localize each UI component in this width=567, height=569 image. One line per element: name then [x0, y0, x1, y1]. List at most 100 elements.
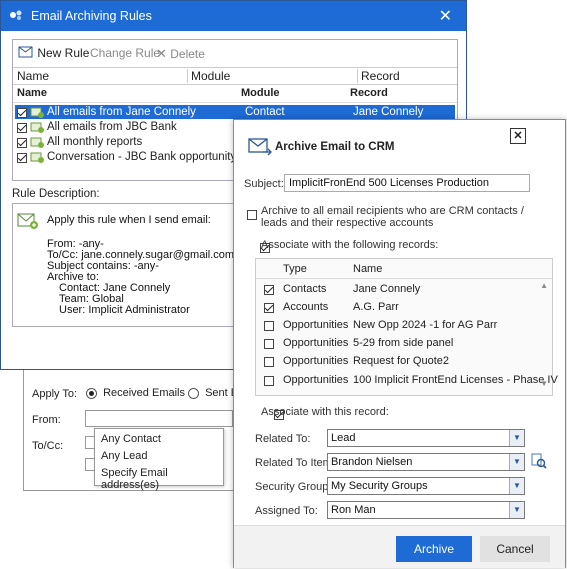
scroll-down-icon[interactable]: ▼: [540, 379, 548, 388]
record-checkbox[interactable]: [264, 376, 274, 387]
new-rule-label: New Rule: [37, 46, 90, 60]
subject-input[interactable]: ImplicitFronEnd 500 Licenses Production: [284, 174, 530, 192]
new-rule-button[interactable]: New Rule: [18, 46, 89, 60]
related-item-select[interactable]: Brandon Nielsen ▼: [327, 453, 525, 471]
cancel-button[interactable]: Cancel: [480, 536, 550, 562]
rule-module: Contact: [245, 106, 285, 118]
rule-icon: [30, 107, 44, 118]
record-checkbox[interactable]: [264, 285, 274, 296]
inner-column-header: Name Module Record: [13, 86, 457, 103]
assigned-to-label: Assigned To:: [255, 505, 318, 517]
rule-checkbox[interactable]: [17, 152, 27, 163]
rule-row[interactable]: All emails from Jane Connely Contact Jan…: [15, 105, 455, 119]
received-emails-radio[interactable]: Received Emails: [86, 387, 185, 399]
security-group-label: Security Group:: [255, 481, 332, 493]
new-rule-icon: [18, 46, 33, 58]
record-checkbox[interactable]: [264, 321, 274, 332]
records-col-type: Type: [283, 263, 307, 275]
record-checkbox[interactable]: [264, 357, 274, 368]
received-radio-dot[interactable]: [86, 387, 97, 399]
archive-email-icon: [248, 138, 272, 156]
sent-emails-radio[interactable]: Sent E: [188, 387, 238, 399]
rule-checkbox[interactable]: [17, 122, 27, 133]
rule-icon: [30, 137, 44, 148]
archive-all-label: Archive to all email recipients who are …: [261, 205, 524, 229]
record-type: Accounts: [283, 301, 329, 313]
record-checkbox[interactable]: [264, 339, 274, 350]
records-list: Type Name Contacts Jane Connely Accounts…: [255, 258, 558, 396]
record-name: Jane Connely: [353, 283, 421, 295]
from-option[interactable]: Any Lead: [101, 450, 147, 462]
rule-description-label: Rule Description:: [12, 188, 100, 200]
delete-label: Delete: [170, 47, 205, 61]
outer-column-header: Name Module Record: [13, 67, 457, 85]
delete-icon: ✕: [156, 46, 167, 61]
associate-following-label: Associate with the following records:: [261, 239, 439, 251]
send-email-rule-icon: [17, 213, 38, 229]
col-name[interactable]: Name: [17, 69, 49, 83]
chevron-down-icon: ▼: [509, 502, 524, 518]
from-input[interactable]: [85, 410, 233, 427]
record-type: Opportunities: [283, 355, 349, 367]
apply-to-label: Apply To:: [32, 388, 78, 400]
chevron-down-icon: ▼: [509, 454, 524, 470]
record-name: 5-29 from side panel: [353, 337, 454, 349]
rule-checkbox[interactable]: [17, 137, 27, 148]
record-row[interactable]: Opportunities Request for Quote2: [256, 354, 546, 370]
records-col-name: Name: [353, 263, 383, 275]
window-title: Email Archiving Rules: [31, 9, 152, 23]
change-rule-button[interactable]: Change Rule: [90, 46, 160, 60]
archive-button[interactable]: Archive: [396, 536, 472, 562]
record-name: New Opp 2024 -1 for AG Parr: [353, 319, 498, 331]
delete-button[interactable]: ✕ Delete: [156, 46, 205, 62]
record-row[interactable]: Opportunities New Opp 2024 -1 for AG Par…: [256, 318, 546, 334]
record-type: Contacts: [283, 283, 327, 295]
related-item-label: Related To Item:: [255, 457, 335, 469]
security-group-value: My Security Groups: [331, 480, 428, 492]
lookup-search-icon[interactable]: [531, 453, 547, 469]
security-group-select[interactable]: My Security Groups ▼: [327, 477, 525, 495]
rule-name: Conversation - JBC Bank opportunity: [47, 151, 237, 163]
rule-record: Jane Connely: [353, 106, 424, 118]
from-dropdown-list: Any Contact Any Lead Specify Email addre…: [94, 428, 224, 491]
related-to-select[interactable]: Lead ▼: [327, 429, 525, 447]
record-type: Opportunities: [283, 337, 349, 349]
col-module-inner[interactable]: Module: [241, 87, 280, 99]
col-module[interactable]: Module: [187, 69, 230, 83]
rule-name: All emails from Jane Connely: [47, 106, 196, 118]
title-bar: Email Archiving Rules ✕: [1, 1, 466, 31]
from-option[interactable]: Any Contact: [101, 433, 161, 445]
received-emails-label: Received Emails: [103, 387, 185, 399]
record-row[interactable]: Accounts A.G. Parr: [256, 300, 546, 316]
tocc-label: To/Cc:: [32, 440, 64, 452]
record-name: 100 Implicit FrontEnd Licenses - Phase I…: [353, 374, 558, 386]
assigned-to-select[interactable]: Ron Man ▼: [327, 501, 525, 519]
rule-icon: [30, 122, 44, 133]
close-icon[interactable]: ✕: [439, 6, 452, 26]
archive-email-dialog: Archive Email to CRM ✕ Subject: Implicit…: [233, 119, 566, 568]
from-label: From:: [32, 414, 61, 426]
record-row[interactable]: Opportunities 100 Implicit FrontEnd Lice…: [256, 373, 558, 389]
rule-name: All emails from JBC Bank: [47, 121, 177, 133]
related-to-value: Lead: [331, 432, 356, 444]
col-record[interactable]: Record: [357, 69, 400, 83]
desc-user: User: Implicit Administrator: [59, 304, 190, 316]
sent-radio-dot[interactable]: [188, 387, 199, 399]
rule-checkbox[interactable]: [17, 107, 27, 118]
record-row[interactable]: Opportunities 5-29 from side panel: [256, 336, 546, 352]
record-name: A.G. Parr: [353, 301, 399, 313]
related-item-value: Brandon Nielsen: [331, 456, 413, 468]
dialog-title: Archive Email to CRM: [275, 141, 395, 153]
records-header-divider: [256, 278, 552, 279]
record-name: Request for Quote2: [353, 355, 450, 367]
col-record-inner[interactable]: Record: [350, 87, 388, 99]
col-name-inner[interactable]: Name: [17, 87, 47, 99]
scroll-up-icon[interactable]: ▲: [540, 281, 548, 290]
record-row[interactable]: Contacts Jane Connely: [256, 282, 546, 298]
from-option[interactable]: Specify Email address(es): [101, 467, 223, 491]
assigned-to-value: Ron Man: [331, 504, 376, 516]
record-checkbox[interactable]: [264, 303, 274, 314]
desc-apply: Apply this rule when I send email:: [47, 214, 211, 226]
archive-all-checkbox[interactable]: [247, 209, 257, 220]
dialog-close-icon[interactable]: ✕: [510, 128, 526, 144]
